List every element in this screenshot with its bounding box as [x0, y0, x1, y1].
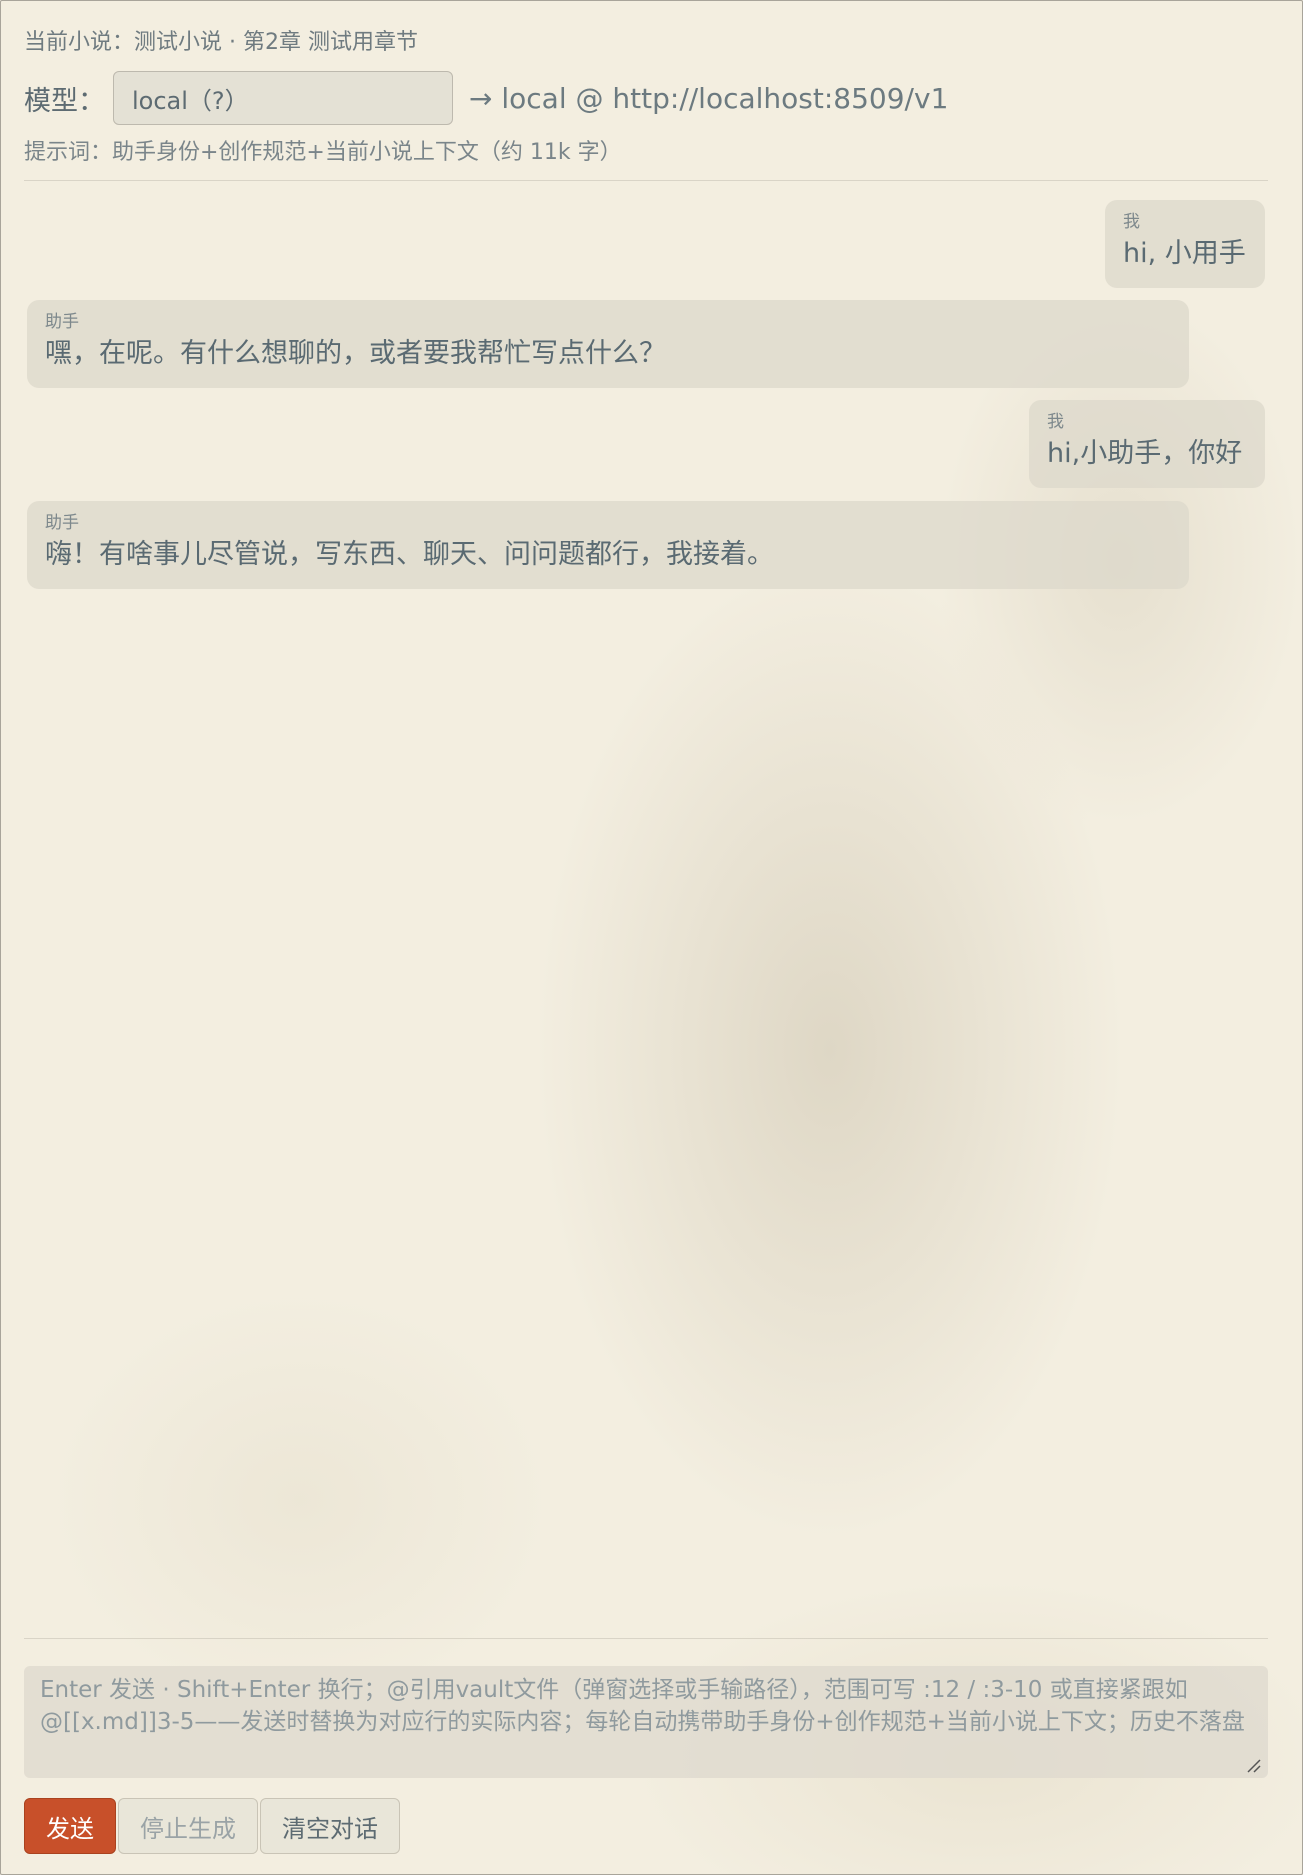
user-message: 我 hi, 小用手	[1105, 200, 1265, 288]
assistant-message: 助手 嗨！有啥事儿尽管说，写东西、聊天、问问题都行，我接着。	[27, 501, 1189, 589]
model-endpoint: → local @ http://localhost:8509/v1	[469, 81, 949, 115]
model-label: 模型：	[24, 85, 105, 117]
assistant-message: 助手 嘿，在呢。有什么想聊的，或者要我帮忙写点什么？	[27, 300, 1189, 388]
message-text: hi,小助手，你好	[1047, 438, 1243, 469]
send-button[interactable]: 发送	[24, 1798, 116, 1854]
message-role: 助手	[45, 312, 79, 332]
message-role: 助手	[45, 513, 79, 533]
prompt-info: 提示词：助手身份+创作规范+当前小说上下文（约 11k 字）	[24, 140, 622, 165]
clear-conversation-button[interactable]: 清空对话	[260, 1798, 400, 1854]
action-buttons: 发送 停止生成 清空对话	[24, 1798, 400, 1854]
message-input[interactable]: Enter 发送 · Shift+Enter 换行；@引用vault文件（弹窗选…	[24, 1666, 1268, 1778]
message-role: 我	[1047, 412, 1064, 432]
message-role: 我	[1123, 212, 1140, 232]
input-divider	[24, 1638, 1268, 1639]
model-select[interactable]: local（?）	[113, 71, 453, 125]
message-text: hi, 小用手	[1123, 238, 1246, 269]
model-select-value: local（?）	[132, 86, 249, 115]
stop-generation-button[interactable]: 停止生成	[118, 1798, 258, 1854]
user-message: 我 hi,小助手，你好	[1029, 400, 1265, 488]
chat-header: 当前小说：测试小说 · 第2章 测试用章节 模型： local（?） → loc…	[24, 26, 1268, 165]
message-input-placeholder: Enter 发送 · Shift+Enter 换行；@引用vault文件（弹窗选…	[40, 1677, 1245, 1735]
current-novel-label: 当前小说：测试小说 · 第2章 测试用章节	[24, 30, 418, 55]
resize-handle-icon[interactable]	[1246, 1758, 1262, 1774]
header-divider	[24, 180, 1268, 181]
model-row: 模型： local（?） → local @ http://localhost:…	[24, 70, 948, 126]
message-text: 嗨！有啥事儿尽管说，写东西、聊天、问问题都行，我接着。	[45, 539, 774, 570]
message-text: 嘿，在呢。有什么想聊的，或者要我帮忙写点什么？	[45, 338, 666, 369]
